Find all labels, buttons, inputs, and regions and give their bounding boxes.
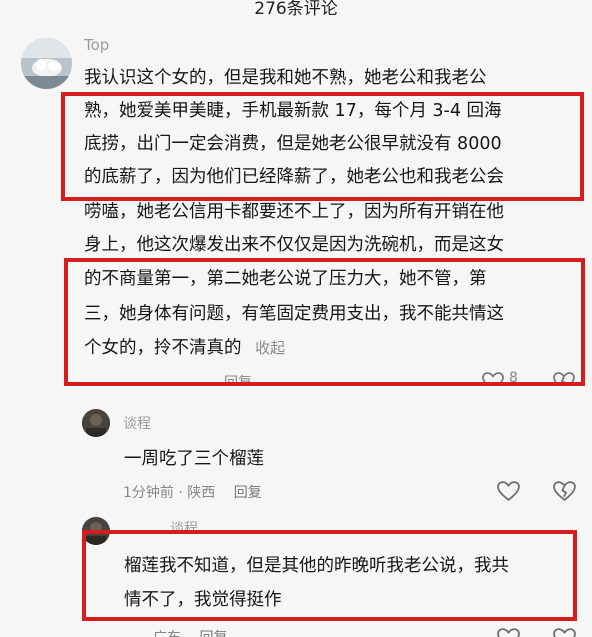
comment-line: 我认识这个女的，但是我和她不熟，她老公和我老公 <box>84 68 487 88</box>
comment-text: 一周吃了三个榴莲 <box>124 449 264 469</box>
comment-line: 身上，他这次爆发出来不仅仅是因为洗碗机，而是这女 <box>84 235 504 255</box>
heart-icon[interactable] <box>497 481 520 506</box>
comment-time: 1分钟前 <box>123 485 174 501</box>
dislike-icon[interactable] <box>553 628 576 637</box>
avatar[interactable] <box>21 38 72 89</box>
comment-author[interactable]: 谈程 <box>123 413 151 433</box>
reply-button[interactable]: 回复 <box>199 630 227 637</box>
highlight-box <box>61 92 584 201</box>
reply-button[interactable]: 回复 <box>234 485 262 501</box>
highlight-box <box>64 258 585 386</box>
comment-line: 唠嗑，她老公信用卡都要还不上了，因为所有开销在他 <box>84 202 504 222</box>
avatar-image-icon <box>21 38 72 89</box>
comment-location: 广东 <box>153 630 181 637</box>
avatar[interactable] <box>82 409 110 437</box>
highlight-box <box>82 530 577 621</box>
comment-location: 陕西 <box>187 485 216 501</box>
avatar-image-icon <box>82 409 110 437</box>
comment-author[interactable]: Top <box>84 36 109 54</box>
dislike-icon[interactable] <box>553 481 576 506</box>
comment-author[interactable]: 谈程 <box>170 518 198 530</box>
heart-icon[interactable] <box>497 628 520 637</box>
comments-count-title: 276条评论 <box>254 0 338 19</box>
